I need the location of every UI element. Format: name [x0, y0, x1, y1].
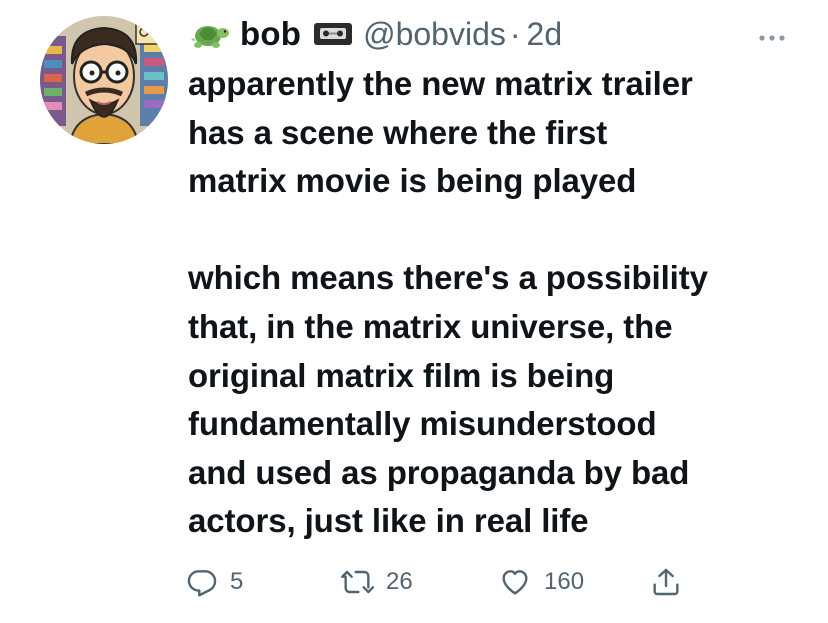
reply-icon [187, 570, 217, 597]
turtle-emoji-icon [190, 16, 230, 52]
reply-count: 5 [230, 568, 244, 595]
avatar[interactable] [40, 16, 168, 144]
tweet-text-line: that, in the matrix universe, the [188, 307, 673, 345]
like-count: 160 [544, 568, 585, 595]
heart-icon [502, 570, 528, 595]
retweet-count: 26 [386, 568, 413, 595]
user-handle[interactable]: @bobvids [363, 16, 506, 53]
tweet[interactable]: bob @bobvids · 2d apparently the new mat… [0, 0, 828, 623]
more-options-icon[interactable] [758, 30, 786, 41]
share-button[interactable] [650, 562, 694, 602]
tweet-text-line: which means there's a possibility [188, 259, 708, 297]
reply-button[interactable]: 5 [186, 562, 243, 602]
tweet-text-line: matrix movie is being played [188, 162, 637, 200]
tweet-text-line: original matrix film is being [188, 356, 615, 394]
tweet-actions: 5 26 160 [186, 562, 706, 602]
share-icon [653, 568, 679, 596]
like-button[interactable]: 160 [498, 562, 584, 602]
tweet-text-line: fundamentally misunderstood [188, 405, 657, 443]
tweet-text-line [188, 206, 808, 255]
tweet-text-line: apparently the new matrix trailer [188, 65, 693, 102]
tweet-text-line: actors, just like in real life [188, 502, 589, 540]
tweet-header: bob @bobvids · 2d [190, 14, 562, 54]
retweet-button[interactable]: 26 [340, 562, 413, 602]
avatar-image [40, 16, 168, 144]
retweet-icon [341, 570, 374, 594]
separator-dot: · [509, 15, 521, 52]
tweet-text-line: has a scene where the first [188, 113, 608, 151]
tweet-text-line: and used as propaganda by bad [188, 453, 690, 491]
timestamp[interactable]: 2d [527, 16, 563, 53]
display-name[interactable]: bob [240, 15, 301, 53]
videocassette-icon [313, 21, 353, 47]
tweet-text: apparently the new matrix trailer has a … [188, 60, 808, 546]
